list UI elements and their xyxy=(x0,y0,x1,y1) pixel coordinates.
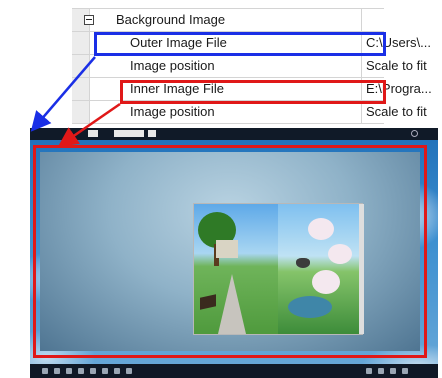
grid-margin xyxy=(72,101,90,123)
property-row[interactable]: Image position Scale to fit xyxy=(72,101,427,124)
next-page-button[interactable] xyxy=(390,368,396,374)
zoom-in-button[interactable] xyxy=(90,368,96,374)
garden-path xyxy=(218,274,246,334)
book[interactable] xyxy=(193,203,364,335)
flower xyxy=(328,244,352,264)
inner-background-image xyxy=(40,152,420,351)
previous-page-button[interactable] xyxy=(378,368,384,374)
print-button[interactable] xyxy=(66,368,72,374)
settings-icon[interactable] xyxy=(411,130,418,137)
title-field xyxy=(88,130,98,137)
property-name: Image position xyxy=(90,55,362,77)
property-grid: Background Image Outer Image File C:\Use… xyxy=(72,8,432,124)
last-page-button[interactable] xyxy=(402,368,408,374)
grid-margin xyxy=(72,55,90,77)
butterfly xyxy=(296,258,310,268)
category-label: Background Image xyxy=(90,9,362,31)
flower xyxy=(312,270,340,294)
outer-image-highlight xyxy=(94,32,386,56)
sound-button[interactable] xyxy=(78,368,84,374)
inner-image-highlight xyxy=(120,80,386,104)
house xyxy=(216,240,238,258)
autoplay-button[interactable] xyxy=(126,368,132,374)
pond xyxy=(288,296,332,318)
inner-image-frame xyxy=(33,145,427,358)
search-button[interactable] xyxy=(148,130,156,137)
property-value[interactable]: Scale to fit xyxy=(362,101,442,123)
grid-margin xyxy=(72,78,90,100)
left-page[interactable] xyxy=(194,204,278,334)
bench xyxy=(200,294,216,310)
grid-margin xyxy=(72,32,90,54)
property-value[interactable]: Scale to fit xyxy=(362,55,442,77)
flower xyxy=(308,218,334,240)
property-name: Image position xyxy=(90,101,362,123)
preview-control-bar xyxy=(30,364,438,378)
flipbook-preview xyxy=(30,128,438,378)
zoom-out-button[interactable] xyxy=(102,368,108,374)
category-row[interactable]: Background Image xyxy=(72,9,384,32)
help-button[interactable] xyxy=(54,368,60,374)
preview-title-bar xyxy=(30,128,438,140)
search-field[interactable] xyxy=(114,130,144,137)
share-button[interactable] xyxy=(114,368,120,374)
thumbnails-button[interactable] xyxy=(42,368,48,374)
page-edge xyxy=(359,204,364,334)
property-row[interactable]: Image position Scale to fit xyxy=(72,55,427,78)
right-page[interactable] xyxy=(278,204,363,334)
first-page-button[interactable] xyxy=(366,368,372,374)
